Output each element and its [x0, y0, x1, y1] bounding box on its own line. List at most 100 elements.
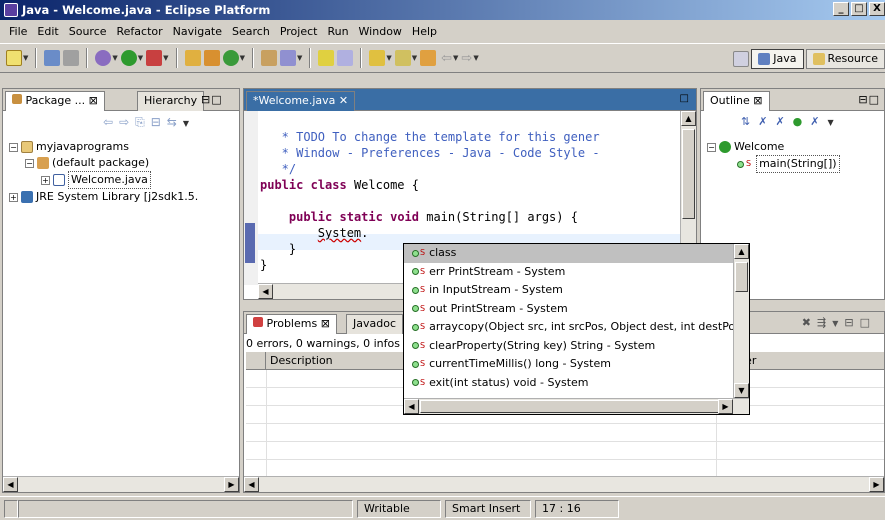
- open-type-icon[interactable]: [260, 50, 277, 66]
- view-menu-icon[interactable]: ▼: [183, 119, 195, 128]
- column-description[interactable]: Description: [270, 354, 333, 367]
- scroll-down-icon[interactable]: ▼: [734, 383, 749, 398]
- hide-local-types-icon[interactable]: ✗: [810, 115, 827, 128]
- back-dropdown-icon[interactable]: ▼: [453, 54, 458, 62]
- view-menu-icon[interactable]: ▼: [832, 319, 844, 328]
- back-arrow-icon[interactable]: ⇦: [441, 51, 452, 66]
- search-icon[interactable]: [279, 50, 296, 66]
- completion-item[interactable]: Serr PrintStream - System: [404, 263, 749, 282]
- collapse-icon[interactable]: −: [9, 142, 18, 152]
- minimize-button[interactable]: _: [833, 2, 849, 16]
- menu-window[interactable]: Window: [354, 25, 407, 38]
- scroll-up-icon[interactable]: ▲: [734, 244, 749, 259]
- menu-edit[interactable]: Edit: [32, 25, 63, 38]
- menu-search[interactable]: Search: [227, 25, 275, 38]
- completion-hscroll-thumb[interactable]: [420, 400, 720, 413]
- forward-arrow-icon[interactable]: ⇨: [461, 51, 472, 66]
- scroll-left-icon[interactable]: ◀: [258, 284, 273, 299]
- maximize-button[interactable]: □: [851, 2, 867, 16]
- tab-outline[interactable]: Outline ⊠: [703, 91, 770, 111]
- tree-item-jre[interactable]: + JRE System Library [j2sdk1.5.: [9, 189, 198, 205]
- previous-annotation-icon[interactable]: [394, 50, 411, 66]
- scroll-right-icon[interactable]: ▶: [718, 399, 733, 414]
- completion-item[interactable]: Sclass: [404, 244, 749, 263]
- external-tools-dropdown-icon[interactable]: ▼: [163, 54, 168, 62]
- completion-item[interactable]: Sin InputStream - System: [404, 281, 749, 300]
- last-edit-icon[interactable]: [420, 50, 437, 66]
- completion-item[interactable]: Sexit(int status) void - System: [404, 374, 749, 393]
- completion-hscrollbar[interactable]: ◀ ▶: [404, 398, 749, 414]
- collapse-icon[interactable]: −: [707, 142, 716, 152]
- tab-javadoc[interactable]: Javadoc: [346, 314, 403, 334]
- run-dropdown-icon[interactable]: ▼: [138, 54, 143, 62]
- new-java-project-icon[interactable]: [184, 50, 201, 66]
- completion-item[interactable]: Sout PrintStream - System: [404, 300, 749, 319]
- perspective-java-button[interactable]: Java: [751, 49, 804, 69]
- debug-icon[interactable]: [95, 50, 112, 66]
- pen-icon[interactable]: [318, 50, 335, 66]
- back-icon[interactable]: ⇦: [103, 115, 119, 129]
- package-hscrollbar[interactable]: ◀ ▶: [3, 476, 239, 492]
- open-perspective-icon[interactable]: [733, 51, 750, 67]
- outline-item-class[interactable]: − Welcome: [707, 139, 840, 155]
- tree-item-package[interactable]: − (default package): [9, 155, 198, 171]
- menu-navigate[interactable]: Navigate: [168, 25, 227, 38]
- hide-nonpublic-icon[interactable]: ●: [793, 115, 811, 128]
- tree-item-welcome-java[interactable]: + Welcome.java: [9, 171, 198, 189]
- completion-item[interactable]: ScurrentTimeMillis() long - System: [404, 355, 749, 374]
- hide-static-icon[interactable]: ✗: [775, 115, 792, 128]
- forward-icon[interactable]: ⇨: [119, 115, 135, 129]
- completion-item[interactable]: SclearProperty(String key) String - Syst…: [404, 337, 749, 356]
- new-icon[interactable]: [6, 50, 22, 66]
- minimize-maximize-icon[interactable]: ⊟□: [201, 93, 223, 106]
- new-dropdown-icon[interactable]: ▼: [23, 54, 28, 62]
- menu-project[interactable]: Project: [275, 25, 323, 38]
- maximize-icon[interactable]: □: [680, 93, 690, 104]
- menu-run[interactable]: Run: [322, 25, 353, 38]
- scroll-up-icon[interactable]: ▲: [681, 111, 696, 126]
- menu-help[interactable]: Help: [407, 25, 442, 38]
- new-class-dropdown-icon[interactable]: ▼: [240, 54, 245, 62]
- completion-vscrollbar[interactable]: ▲ ▼: [733, 244, 749, 398]
- run-icon[interactable]: [120, 50, 137, 66]
- collapse-all-icon[interactable]: ⊟: [151, 115, 167, 129]
- filter-icon[interactable]: ⇶: [817, 316, 832, 329]
- tab-hierarchy[interactable]: Hierarchy: [137, 91, 205, 111]
- up-icon[interactable]: ⎘: [135, 115, 151, 129]
- tab-problems[interactable]: Problems ⊠: [246, 314, 337, 334]
- editor-scroll-thumb[interactable]: [682, 129, 695, 219]
- link-editor-icon[interactable]: ⇆: [167, 115, 183, 129]
- collapse-icon[interactable]: −: [25, 158, 34, 168]
- tab-package-explorer[interactable]: Package ... ⊠: [5, 91, 105, 111]
- previous-annotation-dropdown-icon[interactable]: ▼: [412, 54, 417, 62]
- print-icon[interactable]: [63, 50, 80, 66]
- menu-refactor[interactable]: Refactor: [112, 25, 168, 38]
- next-annotation-icon[interactable]: [369, 50, 386, 66]
- expand-icon[interactable]: +: [9, 192, 18, 202]
- external-tools-icon[interactable]: [146, 50, 163, 66]
- scroll-right-icon[interactable]: ▶: [224, 477, 239, 492]
- outline-item-method[interactable]: Smain(String[]): [707, 155, 840, 173]
- view-menu-icon[interactable]: ▼: [827, 118, 841, 127]
- tab-welcome-java[interactable]: *Welcome.java ✕: [246, 91, 356, 111]
- scroll-right-icon[interactable]: ▶: [869, 477, 884, 492]
- problems-hscrollbar[interactable]: ◀ ▶: [244, 476, 884, 492]
- close-button[interactable]: X: [869, 2, 885, 16]
- save-icon[interactable]: [44, 50, 61, 66]
- completion-item[interactable]: Sarraycopy(Object src, int srcPos, Objec…: [404, 318, 749, 337]
- tree-item-project[interactable]: − myjavaprograms: [9, 139, 198, 155]
- new-class-icon[interactable]: [222, 50, 239, 66]
- expand-icon[interactable]: +: [41, 175, 50, 185]
- sort-icon[interactable]: ⇅: [741, 115, 758, 128]
- hide-fields-icon[interactable]: ✗: [758, 115, 775, 128]
- completion-scroll-thumb[interactable]: [735, 262, 748, 292]
- next-annotation-dropdown-icon[interactable]: ▼: [386, 54, 391, 62]
- scroll-left-icon[interactable]: ◀: [244, 477, 259, 492]
- search-dropdown-icon[interactable]: ▼: [297, 54, 302, 62]
- perspective-resource-button[interactable]: Resource: [805, 49, 885, 69]
- menu-source[interactable]: Source: [64, 25, 112, 38]
- menu-file[interactable]: File: [4, 25, 32, 38]
- scroll-left-icon[interactable]: ◀: [404, 399, 419, 414]
- delete-icon[interactable]: ✖: [802, 316, 817, 329]
- debug-dropdown-icon[interactable]: ▼: [112, 54, 117, 62]
